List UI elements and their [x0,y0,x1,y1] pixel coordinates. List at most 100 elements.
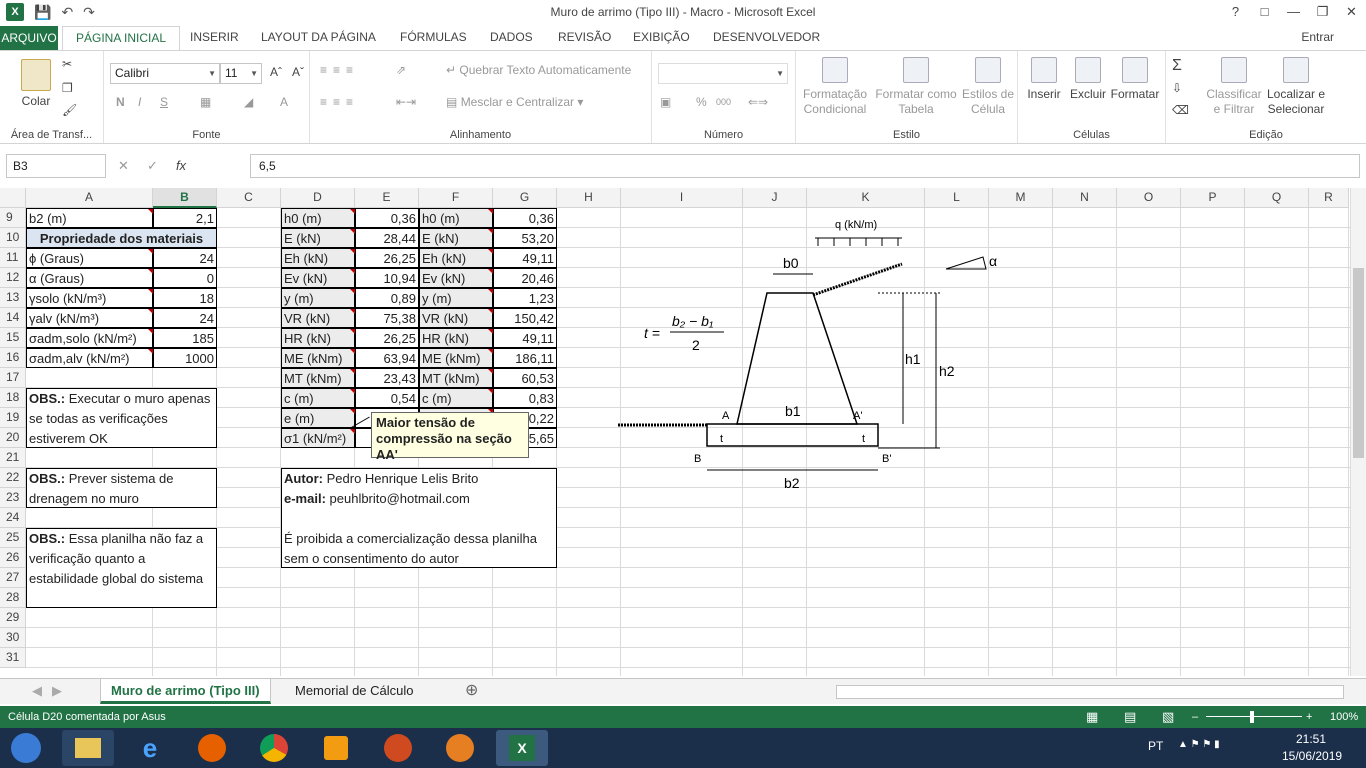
result-value[interactable]: 186,11 [493,348,557,368]
delete-button[interactable]: Excluir [1068,57,1108,102]
horizontal-align-icons[interactable]: ≡≡≡ [320,95,359,109]
result-value[interactable]: 0,36 [355,208,419,228]
result-label[interactable]: h0 (m) [281,208,355,228]
result-label[interactable]: VR (kN) [281,308,355,328]
row-header-28[interactable]: 28 [0,588,26,608]
font-size-select[interactable]: 11 ▼ [220,63,262,84]
result-label[interactable]: VR (kN) [419,308,493,328]
copy-icon[interactable]: ❐ [62,81,73,95]
result-value[interactable]: 0,89 [355,288,419,308]
find-select-button[interactable]: Localizar e Selecionar [1264,57,1328,117]
result-label[interactable]: E (kN) [281,228,355,248]
sort-filter-button[interactable]: Classificar e Filtrar [1204,57,1264,117]
format-table-button[interactable]: Formatar como Tabela [874,57,958,117]
row-header-23[interactable]: 23 [0,488,26,508]
param-value[interactable]: 24 [153,308,217,328]
row-header-18[interactable]: 18 [0,388,26,408]
chrome-icon[interactable] [248,730,300,766]
start-button[interactable] [0,730,52,766]
shrink-font-icon[interactable]: Aˇ [292,65,304,79]
result-label[interactable]: Eh (kN) [281,248,355,268]
minimize-button[interactable]: — [1279,0,1308,26]
param-value[interactable]: 24 [153,248,217,268]
param-label[interactable]: α (Graus) [26,268,153,288]
row-header-26[interactable]: 26 [0,548,26,568]
result-label[interactable]: MT (kNm) [419,368,493,388]
formula-input[interactable]: 6,5 [250,154,1360,178]
insert-button[interactable]: Inserir [1024,57,1064,102]
font-name-select[interactable]: Calibri ▼ [110,63,220,84]
result-value[interactable]: 0,36 [493,208,557,228]
result-value[interactable]: 60,53 [493,368,557,388]
thousands-button[interactable]: 000 [716,97,731,107]
param-value[interactable]: 18 [153,288,217,308]
tab-layout[interactable]: LAYOUT DA PÁGINA [261,30,376,44]
maximize-button[interactable]: ❐ [1308,0,1337,26]
sheet-tab-memorial[interactable]: Memorial de Cálculo [285,679,424,704]
name-box[interactable]: B3 [6,154,106,178]
result-value[interactable]: 26,25 [355,328,419,348]
result-value[interactable]: 10,94 [355,268,419,288]
result-value[interactable]: 49,11 [493,248,557,268]
row-header-10[interactable]: 10 [0,228,26,248]
help-button[interactable]: ? [1221,0,1250,26]
column-header-i[interactable]: I [621,188,743,208]
column-header-e[interactable]: E [355,188,419,208]
enter-icon[interactable]: ✓ [147,158,158,173]
obs-note[interactable]: OBS.: Essa planilha não faz a verificaçã… [26,528,217,608]
autosum-icon[interactable]: Σ [1172,57,1182,75]
firefox-icon[interactable] [186,730,238,766]
cut-icon[interactable]: ✂ [62,57,72,71]
result-label[interactable]: y (m) [281,288,355,308]
row-header-31[interactable]: 31 [0,648,26,668]
page-break-icon[interactable]: ▧ [1162,706,1174,728]
tab-inserir[interactable]: INSERIR [190,30,239,44]
result-label[interactable]: c (m) [419,388,493,408]
row-header-22[interactable]: 22 [0,468,26,488]
sign-in-link[interactable]: Entrar [1301,30,1334,44]
bold-button[interactable]: N [116,95,125,109]
column-header-c[interactable]: C [217,188,281,208]
fx-icon[interactable]: fx [176,158,186,173]
param-value[interactable]: 2,1 [153,208,217,228]
cancel-icon[interactable]: ✕ [118,158,129,173]
obs-note[interactable]: OBS.: Executar o muro apenas se todas as… [26,388,217,448]
row-header-21[interactable]: 21 [0,448,26,468]
row-header-29[interactable]: 29 [0,608,26,628]
excel-taskbar-icon[interactable]: X [496,730,548,766]
file-explorer-icon[interactable] [62,730,114,766]
column-header-r[interactable]: R [1309,188,1349,208]
grow-font-icon[interactable]: Aˆ [270,65,282,79]
row-header-20[interactable]: 20 [0,428,26,448]
fill-color-icon[interactable]: ◢ [244,95,253,109]
select-all-corner[interactable] [0,188,26,208]
spreadsheet-grid[interactable]: A B C D E F G H I J K L M N O P Q R 9 10 11 12 13 14 15 16 17 18 19 2… [0,188,1350,676]
add-sheet-icon[interactable]: ⊕ [455,679,488,704]
row-header-30[interactable]: 30 [0,628,26,648]
horizontal-scrollbar[interactable] [836,685,1344,699]
row-header-15[interactable]: 15 [0,328,26,348]
tab-pagina-inicial[interactable]: PÁGINA INICIAL [62,26,181,51]
tab-arquivo[interactable]: ARQUIVO [0,26,58,50]
column-header-d[interactable]: D [281,188,355,208]
column-header-q[interactable]: Q [1245,188,1309,208]
result-value[interactable]: 1,23 [493,288,557,308]
result-label[interactable]: HR (kN) [281,328,355,348]
result-value[interactable]: 53,20 [493,228,557,248]
tray-icons[interactable]: ▲ ⚑ ⚑ ▮ [1178,739,1220,750]
result-label[interactable]: HR (kN) [419,328,493,348]
format-button[interactable]: Formatar [1110,57,1160,102]
settings-app-icon[interactable] [434,730,486,766]
result-value[interactable]: 28,44 [355,228,419,248]
row-header-25[interactable]: 25 [0,528,26,548]
result-value[interactable]: 63,94 [355,348,419,368]
param-value[interactable]: 185 [153,328,217,348]
param-label[interactable]: b2 (m) [26,208,153,228]
cell-styles-button[interactable]: Estilos de Célula [960,57,1016,117]
vertical-align-icons[interactable]: ≡≡≡ [320,63,359,77]
tab-exibicao[interactable]: EXIBIÇÃO [633,30,690,44]
row-header-19[interactable]: 19 [0,408,26,428]
row-header-16[interactable]: 16 [0,348,26,368]
wrap-text-button[interactable]: ↵ Quebrar Texto Automaticamente [446,63,631,77]
author-box[interactable]: Autor: Pedro Henrique Lelis Brito e-mail:… [281,468,557,568]
